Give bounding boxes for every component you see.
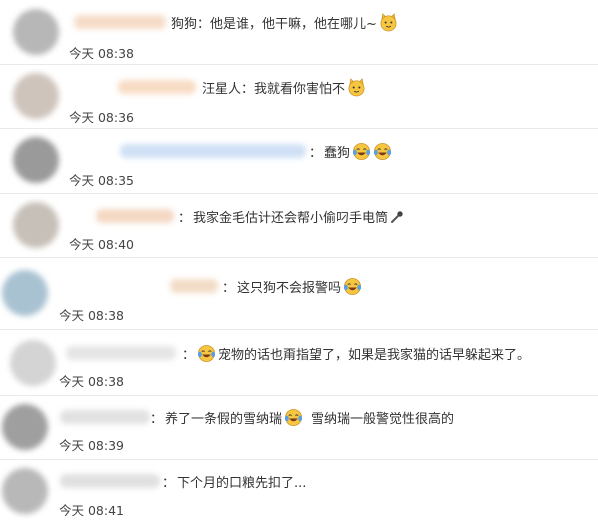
comment-content: 这只狗不会报警吗 — [237, 281, 342, 296]
comment-item: ： 宠物的话也甭指望了，如果是我家猫的话早躲起来了。 今天 08:38 — [0, 330, 598, 396]
comment-text: 汪星人：我就看你害怕不 — [202, 78, 366, 97]
comment-item: ： 这只狗不会报警吗 今天 08:38 — [0, 258, 598, 330]
timestamp: 今天 08:35 — [69, 173, 134, 188]
timestamp: 今天 08:41 — [59, 503, 124, 518]
timestamp: 今天 08:39 — [59, 438, 124, 453]
username-blurred[interactable] — [60, 410, 150, 424]
avatar[interactable] — [10, 340, 56, 386]
comment-content: 宠物的话也甭指望了，如果是我家猫的话早躲起来了。 — [218, 348, 531, 363]
avatar[interactable] — [13, 9, 59, 55]
avatar[interactable] — [2, 468, 48, 514]
cat-emoji-icon — [379, 13, 398, 32]
username-blurred[interactable] — [120, 144, 306, 158]
comment-content: 蠢狗 — [324, 146, 351, 161]
username-blurred[interactable] — [118, 80, 196, 94]
comment-text: ： 宠物的话也甭指望了，如果是我家猫的话早躲起来了。 — [182, 344, 530, 363]
comment-content: 我家金毛估计还会帮小偷叼手电筒 — [193, 211, 389, 226]
timestamp: 今天 08:38 — [59, 308, 124, 323]
avatar[interactable] — [13, 137, 59, 183]
username-blurred[interactable] — [66, 346, 176, 360]
comment-text: 狗狗：他是谁，他干嘛，他在哪儿~ — [171, 13, 398, 32]
laugh-cry-emoji-icon — [373, 142, 392, 161]
username-blurred[interactable] — [170, 279, 218, 293]
laugh-cry-emoji-icon — [284, 408, 303, 427]
comment-item: ： 我家金毛估计还会帮小偷叼手电筒 今天 08:40 — [0, 194, 598, 258]
comment-content: 汪星人：我就看你害怕不 — [202, 82, 346, 97]
comment-text: ： 这只狗不会报警吗 — [222, 277, 362, 296]
comment-feed: 狗狗：他是谁，他干嘛，他在哪儿~ 今天 08:38 汪星人：我就看你害怕不 今天… — [0, 0, 598, 531]
comment-text: ： 蠢狗 — [309, 142, 392, 161]
comment-item: 狗狗：他是谁，他干嘛，他在哪儿~ 今天 08:38 — [0, 0, 598, 65]
comment-content: 下个月的口粮先扣了... — [177, 476, 307, 491]
cat-emoji-icon — [347, 78, 366, 97]
timestamp: 今天 08:36 — [69, 110, 134, 125]
laugh-cry-emoji-icon — [352, 142, 371, 161]
timestamp: 今天 08:40 — [69, 237, 134, 252]
comment-item: ： 蠢狗 今天 08:35 — [0, 129, 598, 194]
username-blurred[interactable] — [96, 209, 174, 223]
microphone-icon — [390, 210, 404, 224]
avatar[interactable] — [2, 270, 48, 316]
comment-text: ： 养了一条假的雪纳瑞 雪纳瑞一般警觉性很高的 — [150, 408, 454, 427]
username-blurred[interactable] — [74, 15, 166, 29]
comment-content-part1: 养了一条假的雪纳瑞 — [165, 412, 283, 427]
timestamp: 今天 08:38 — [59, 374, 124, 389]
avatar[interactable] — [13, 202, 59, 248]
avatar[interactable] — [13, 73, 59, 119]
comment-text: ： 我家金毛估计还会帮小偷叼手电筒 — [178, 207, 404, 226]
comment-item: ： 养了一条假的雪纳瑞 雪纳瑞一般警觉性很高的 今天 08:39 — [0, 396, 598, 460]
avatar[interactable] — [2, 404, 48, 450]
comment-item: 汪星人：我就看你害怕不 今天 08:36 — [0, 65, 598, 129]
laugh-cry-emoji-icon — [343, 277, 362, 296]
timestamp: 今天 08:38 — [69, 46, 134, 61]
comment-content: 狗狗：他是谁，他干嘛，他在哪儿~ — [171, 17, 377, 32]
comment-text: ： 下个月的口粮先扣了... — [162, 472, 306, 491]
laugh-cry-emoji-icon — [197, 344, 216, 363]
comment-item: ： 下个月的口粮先扣了... 今天 08:41 — [0, 460, 598, 531]
username-blurred[interactable] — [60, 474, 160, 488]
comment-content-part2: 雪纳瑞一般警觉性很高的 — [311, 412, 455, 427]
